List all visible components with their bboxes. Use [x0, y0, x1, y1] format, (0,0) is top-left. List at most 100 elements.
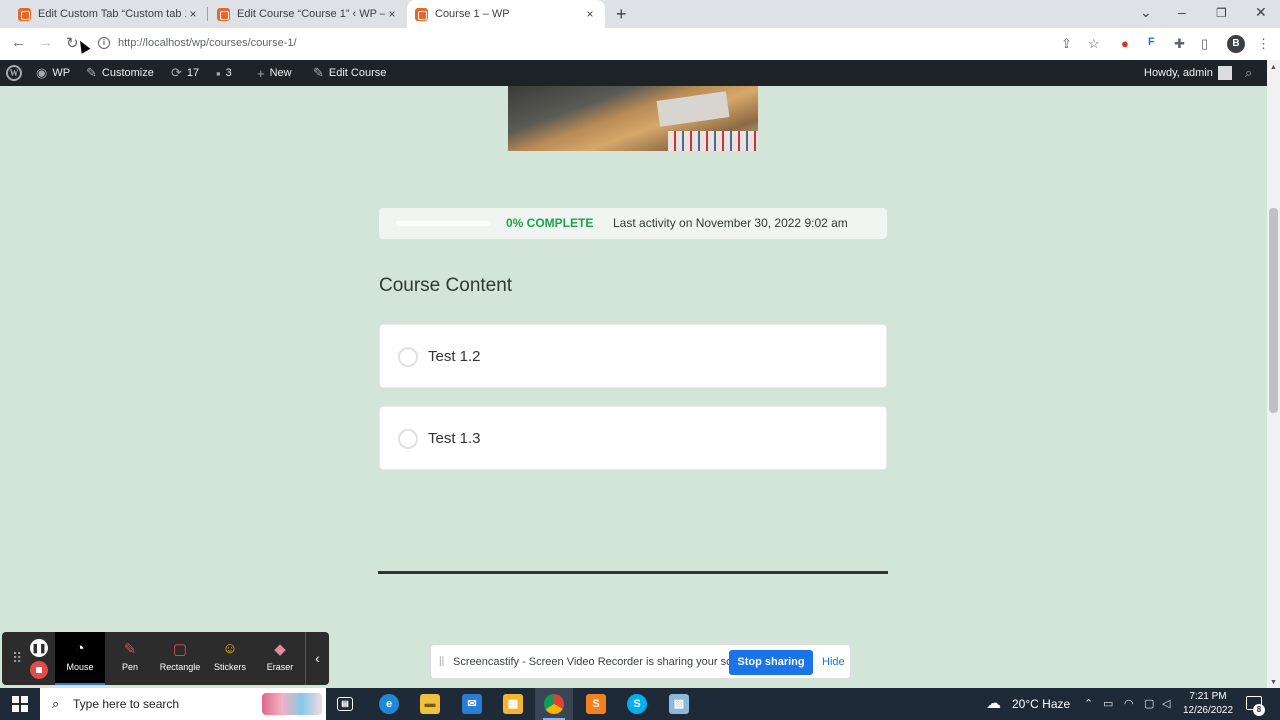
site-name-menu[interactable]: ◉ WP: [36, 60, 70, 86]
pencil-icon: ✎: [313, 65, 324, 80]
back-arrow-icon[interactable]: ←: [11, 34, 26, 51]
extensions-puzzle-icon[interactable]: ✚: [1174, 36, 1185, 52]
new-tab-button[interactable]: +: [616, 4, 627, 25]
course-featured-image: [508, 86, 758, 151]
lesson-item[interactable]: Test 1.3: [379, 406, 887, 470]
taskbar-clock[interactable]: 7:21 PM 12/26/2022: [1178, 690, 1238, 718]
my-account-menu[interactable]: Howdy, admin: [1144, 60, 1232, 86]
taskbar-search-box[interactable]: ⌕ Type here to search: [40, 688, 326, 720]
wp-admin-bar: W ◉ WP ✎ Customize ⟳ 17 ▪ 3 + New ✎ Edit…: [0, 60, 1280, 86]
scroll-up-arrow-icon[interactable]: ▲: [1270, 64, 1277, 71]
tray-chevron-up-icon[interactable]: ⌃: [1084, 697, 1093, 710]
more-menu-icon[interactable]: ⋮: [1257, 36, 1270, 52]
comments-link[interactable]: ▪ 3: [216, 60, 232, 86]
task-view-icon[interactable]: ▤: [337, 697, 353, 711]
skype-icon[interactable]: S: [627, 694, 647, 714]
new-content-menu[interactable]: + New: [257, 60, 292, 86]
volume-muted-icon[interactable]: ◁: [1162, 697, 1170, 710]
screencastify-toolbar: ⠿ ❚❚ ◔ Mouse ✎ Pen ▢ Rectangle ☺ Sticker…: [2, 632, 329, 685]
admin-search[interactable]: ⌕: [1245, 60, 1252, 86]
browser-tab-strip: Edit Custom Tab “Custom tab 1” ‹ × Edit …: [0, 0, 1280, 28]
course-progress-card: 0% COMPLETE Last activity on November 30…: [379, 208, 887, 239]
plus-icon: +: [257, 65, 265, 81]
page-scrollbar[interactable]: ▲ ▼: [1267, 60, 1280, 688]
share-icon[interactable]: ⇪: [1061, 36, 1072, 52]
sublime-text-icon[interactable]: S: [586, 694, 606, 714]
wordpress-logo-icon: W: [6, 65, 22, 81]
extension-f-icon[interactable]: F: [1148, 36, 1155, 48]
tab-separator: [207, 7, 208, 21]
file-explorer-icon[interactable]: ▬: [420, 694, 440, 714]
comments-count: 3: [225, 67, 232, 79]
content-divider: [378, 571, 888, 574]
search-icon: ⌕: [52, 696, 60, 711]
wifi-icon[interactable]: ◠: [1124, 697, 1134, 710]
screencastify-extension-icon[interactable]: ●: [1121, 36, 1129, 51]
updates-icon: ⟳: [171, 65, 182, 80]
browser-toolbar: ← → ↻ i http://localhost/wp/courses/cour…: [0, 28, 1280, 60]
drag-handle-icon[interactable]: ⠿: [12, 650, 22, 667]
close-tab-icon[interactable]: ×: [583, 7, 597, 21]
close-window-icon[interactable]: ✕: [1255, 4, 1267, 21]
tool-label: Rectangle: [159, 662, 201, 672]
updates-count: 17: [186, 67, 200, 79]
edge-browser-icon[interactable]: e: [379, 694, 399, 714]
forward-arrow-icon[interactable]: →: [38, 34, 53, 51]
progress-bar: [396, 221, 491, 226]
paintbrush-icon: ✎: [86, 65, 97, 80]
lesson-item[interactable]: Test 1.2: [379, 324, 887, 388]
weather-text[interactable]: 20°C Haze: [1012, 697, 1070, 711]
site-name: WP: [52, 67, 71, 79]
scroll-down-arrow-icon[interactable]: ▼: [1270, 679, 1277, 686]
notification-count-badge: 8: [1253, 704, 1265, 716]
stop-recording-button[interactable]: [30, 661, 48, 679]
customize-link[interactable]: ✎ Customize: [86, 60, 154, 86]
battery-icon[interactable]: ▭: [1103, 697, 1113, 710]
stickers-tool-button[interactable]: ☺ Stickers: [205, 632, 255, 685]
display-icon[interactable]: ▢: [1144, 697, 1154, 710]
address-bar[interactable]: http://localhost/wp/courses/course-1/: [118, 37, 297, 49]
site-info-icon[interactable]: i: [98, 37, 110, 49]
notepad-icon[interactable]: ▧: [669, 694, 689, 714]
hero-books: [668, 131, 758, 151]
rectangle-tool-button[interactable]: ▢ Rectangle: [155, 632, 205, 685]
browser-tab-edit-course[interactable]: Edit Course “Course 1” ‹ WP — W ×: [217, 0, 399, 28]
stop-sharing-button[interactable]: Stop sharing: [729, 650, 813, 675]
tool-label: Stickers: [213, 662, 246, 672]
comment-bubble-icon: ▪: [216, 65, 221, 81]
windows-start-button[interactable]: [12, 696, 28, 712]
store-icon[interactable]: ▦: [503, 694, 523, 714]
updates-link[interactable]: ⟳ 17: [171, 60, 199, 86]
pause-recording-button[interactable]: ❚❚: [30, 639, 48, 657]
eraser-tool-button[interactable]: ◆ Eraser: [255, 632, 305, 685]
restore-window-icon[interactable]: ❐: [1216, 6, 1227, 20]
side-panel-icon[interactable]: ▯: [1201, 36, 1208, 52]
browser-tab-course-1[interactable]: Course 1 – WP ×: [407, 0, 605, 28]
browser-tab-edit-custom-tab[interactable]: Edit Custom Tab “Custom tab 1” ‹ ×: [18, 0, 200, 28]
hide-banner-link[interactable]: Hide: [822, 656, 845, 668]
weather-cloud-icon[interactable]: ☁: [986, 694, 1001, 712]
customize-label: Customize: [101, 67, 154, 79]
edit-course-link[interactable]: ✎ Edit Course: [313, 60, 386, 86]
collapse-toolbar-chevron-icon[interactable]: ‹: [305, 632, 329, 685]
close-tab-icon[interactable]: ×: [186, 7, 200, 21]
minimize-window-icon[interactable]: –: [1178, 4, 1186, 20]
pen-tool-button[interactable]: ✎ Pen: [105, 632, 155, 685]
wordpress-favicon-icon: [415, 7, 428, 21]
eraser-icon: ◆: [274, 641, 286, 658]
rectangle-icon: ▢: [172, 641, 188, 658]
chrome-icon[interactable]: [544, 694, 564, 714]
mail-icon[interactable]: ✉: [462, 694, 482, 714]
mouse-tool-button[interactable]: ◔ Mouse: [55, 632, 105, 685]
hero-paper: [656, 91, 730, 127]
lesson-status-circle-icon: [398, 347, 418, 367]
drag-handle-icon[interactable]: ||: [439, 656, 444, 667]
wp-logo-menu[interactable]: W: [6, 60, 22, 86]
howdy-label: Howdy, admin: [1144, 67, 1213, 79]
bookmark-star-icon[interactable]: ☆: [1088, 36, 1100, 52]
close-tab-icon[interactable]: ×: [385, 7, 399, 21]
lesson-status-circle-icon: [398, 429, 418, 449]
profile-avatar[interactable]: B: [1227, 35, 1245, 53]
tab-search-chevron-icon[interactable]: ⌄: [1140, 4, 1152, 21]
scroll-thumb[interactable]: [1269, 208, 1278, 413]
